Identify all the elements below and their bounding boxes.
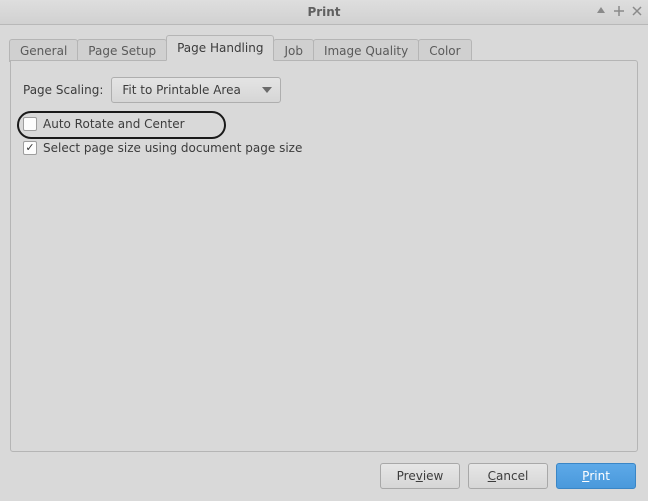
tab-image-quality[interactable]: Image Quality xyxy=(313,39,419,62)
maximize-icon[interactable] xyxy=(614,5,624,19)
tab-color[interactable]: Color xyxy=(418,39,471,62)
auto-rotate-checkbox[interactable] xyxy=(23,117,37,131)
tab-bar: General Page Setup Page Handling Job Ima… xyxy=(9,35,638,61)
page-scaling-combo[interactable]: Fit to Printable Area xyxy=(111,77,281,103)
tab-job[interactable]: Job xyxy=(273,39,314,62)
page-scaling-row: Page Scaling: Fit to Printable Area xyxy=(23,77,625,103)
close-icon[interactable] xyxy=(632,5,642,19)
select-page-size-row: Select page size using document page siz… xyxy=(23,141,625,155)
auto-rotate-row: Auto Rotate and Center xyxy=(23,117,625,131)
tab-page-handling[interactable]: Page Handling xyxy=(166,35,274,61)
page-scaling-label: Page Scaling: xyxy=(23,83,103,97)
tab-panel-page-handling: Page Scaling: Fit to Printable Area Auto… xyxy=(10,60,638,452)
minimize-icon[interactable] xyxy=(596,5,606,19)
preview-button[interactable]: Preview xyxy=(380,463,460,489)
cancel-button[interactable]: Cancel xyxy=(468,463,548,489)
titlebar: Print xyxy=(0,0,648,25)
select-page-size-label[interactable]: Select page size using document page siz… xyxy=(43,141,302,155)
print-button[interactable]: Print xyxy=(556,463,636,489)
select-page-size-checkbox[interactable] xyxy=(23,141,37,155)
dialog-content: General Page Setup Page Handling Job Ima… xyxy=(0,25,648,463)
chevron-down-icon xyxy=(262,87,272,93)
tab-general[interactable]: General xyxy=(9,39,78,62)
page-scaling-value: Fit to Printable Area xyxy=(122,83,240,97)
window-title: Print xyxy=(307,5,340,19)
auto-rotate-label[interactable]: Auto Rotate and Center xyxy=(43,117,185,131)
tab-page-setup[interactable]: Page Setup xyxy=(77,39,167,62)
print-dialog: Print General Page Setup Page Handling J… xyxy=(0,0,648,501)
window-controls xyxy=(596,0,642,24)
dialog-buttons: Preview Cancel Print xyxy=(380,463,636,489)
